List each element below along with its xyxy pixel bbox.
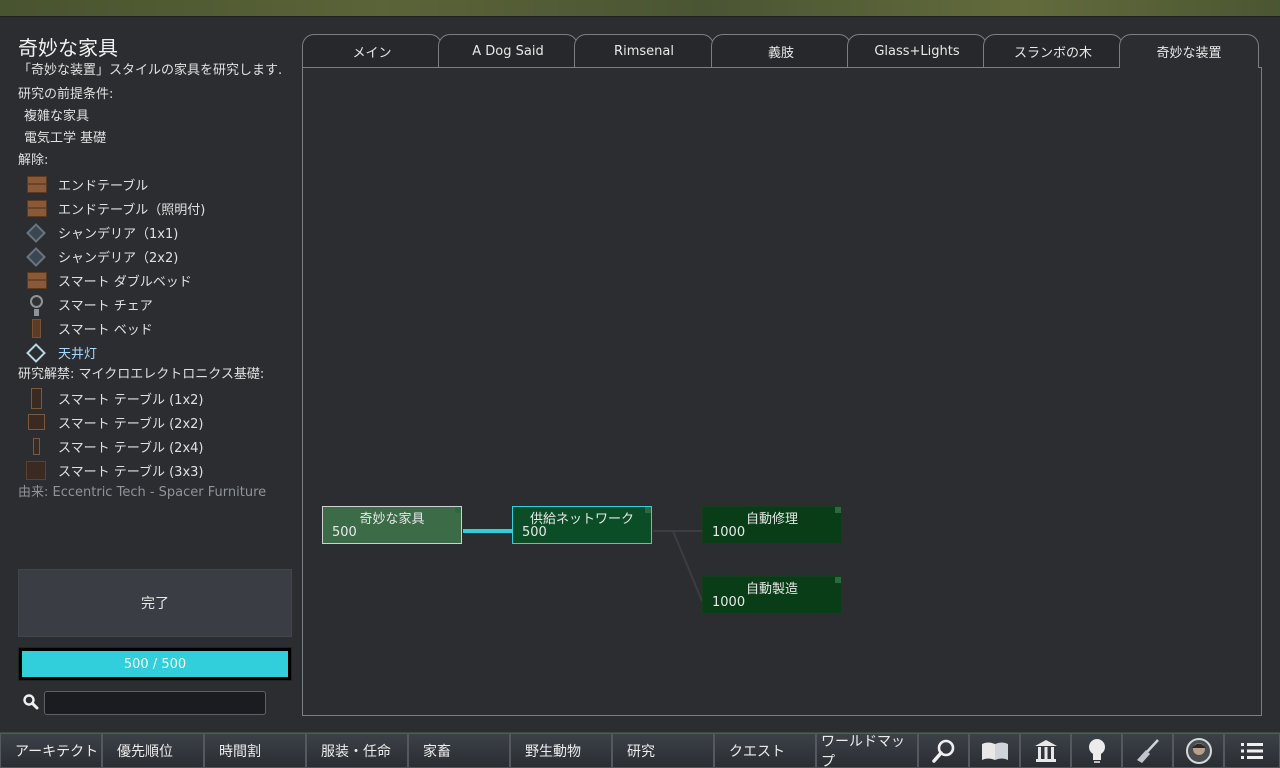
unlock-item[interactable]: 天井灯 (18, 340, 292, 364)
unlock-label: エンドテーブル (58, 178, 149, 194)
research-node-eccentric-furniture[interactable]: 奇妙な家具 500 (322, 506, 462, 544)
research-node-auto-fabrication[interactable]: 自動製造 1000 (702, 576, 842, 614)
unlock-item[interactable]: エンドテーブル（照明付) (18, 196, 292, 220)
locked-item[interactable]: スマート テーブル (1x2) (18, 386, 292, 410)
tab-assign[interactable]: 服装・任命 (306, 733, 408, 768)
unlock-label: スマート ダブルベッド (58, 274, 192, 290)
locked-item[interactable]: スマート テーブル (3x3) (18, 458, 292, 482)
chair-icon (24, 293, 48, 316)
research-tabs: メイン A Dog Said Rimsenal 義肢 Glass+Lights … (302, 34, 1262, 68)
unlock-item[interactable]: シャンデリア（1x1) (18, 220, 292, 244)
connection-locked (653, 530, 703, 602)
main-tab-bar: アーキテクト 優先順位 時間割 服装・任命 家畜 野生動物 研究 クエスト ワー… (0, 733, 1280, 768)
unlock-item[interactable]: スマート ベッド (18, 316, 292, 340)
node-cost: 500 (522, 525, 547, 540)
tab-architect[interactable]: アーキテクト (0, 733, 102, 768)
tab-rimsenal[interactable]: Rimsenal (574, 34, 714, 67)
map-background-strip (0, 0, 1280, 16)
tab-world-map[interactable]: ワールドマップ (816, 733, 918, 768)
tab-wildlife[interactable]: 野生動物 (510, 733, 612, 768)
locked-label: スマート テーブル (1x2) (58, 392, 204, 408)
factions-icon[interactable] (1020, 733, 1071, 768)
tab-quests[interactable]: クエスト (714, 733, 816, 768)
chandelier-large-icon (24, 245, 48, 267)
pawn-portrait-icon[interactable] (1173, 733, 1224, 768)
end-table-lit-icon (24, 197, 48, 219)
search-icon (23, 694, 39, 710)
table-2x2-icon (24, 411, 48, 433)
tab-animals[interactable]: 家畜 (408, 733, 510, 768)
unlock-label: スマート ベッド (58, 322, 153, 338)
search-icon[interactable] (918, 733, 969, 768)
unlock-label: シャンデリア（2x2) (58, 250, 179, 266)
complete-button[interactable]: 完了 (18, 569, 292, 637)
table-1x2-icon (24, 387, 48, 409)
locked-item[interactable]: スマート テーブル (2x4) (18, 434, 292, 458)
book-icon[interactable] (969, 733, 1020, 768)
research-node-auto-repair[interactable]: 自動修理 1000 (702, 506, 842, 544)
progress-text: 500 / 500 (123, 656, 187, 672)
unlock-item[interactable]: シャンデリア（2x2) (18, 244, 292, 268)
tab-slumbo-tree[interactable]: スランボの木 (983, 34, 1123, 67)
tab-eccentric-tech[interactable]: 奇妙な装置 (1119, 34, 1259, 68)
unlock-label: 天井灯 (58, 346, 98, 362)
prerequisite-item: 複雑な家具 (24, 109, 90, 124)
locked-label: スマート テーブル (2x2) (58, 416, 204, 432)
tab-priorities[interactable]: 優先順位 (102, 733, 204, 768)
tab-schedule[interactable]: 時間割 (204, 733, 306, 768)
locked-item[interactable]: スマート テーブル (2x2) (18, 410, 292, 434)
unlock-label: エンドテーブル（照明付) (58, 202, 206, 218)
research-window: 奇妙な家具 「奇妙な装置」スタイルの家具を研究します. 研究の前提条件: 複雑な… (0, 16, 1280, 732)
prerequisites-header: 研究の前提条件: (18, 87, 114, 102)
table-3x3-icon (24, 459, 48, 481)
tab-a-dog-said[interactable]: A Dog Said (438, 34, 578, 67)
ceiling-light-icon (24, 341, 48, 363)
forbidden-header: 研究解禁: マイクロエレクトロニクス基礎: (18, 367, 265, 382)
table-2x4-icon (24, 435, 48, 457)
unlocks-header: 解除: (18, 153, 49, 168)
research-progress-bar: 500 / 500 (18, 647, 292, 681)
unlock-item[interactable]: スマート チェア (18, 292, 292, 316)
double-bed-icon (24, 269, 48, 291)
tab-research[interactable]: 研究 (612, 733, 714, 768)
node-cost: 500 (332, 525, 357, 540)
tab-glass-lights[interactable]: Glass+Lights (847, 34, 987, 67)
menu-list-icon[interactable] (1224, 733, 1280, 768)
mod-source: 由来: Eccentric Tech - Spacer Furniture (18, 485, 267, 500)
locked-label: スマート テーブル (3x3) (58, 464, 204, 480)
research-tree-area: 奇妙な家具 500 供給ネットワーク 500 自動修理 1000 自動製造 10… (302, 67, 1262, 716)
research-details-panel: 奇妙な家具 「奇妙な装置」スタイルの家具を研究します. 研究の前提条件: 複雑な… (18, 33, 292, 504)
unlock-item[interactable]: エンドテーブル (18, 172, 292, 196)
prerequisite-item: 電気工学 基礎 (24, 131, 107, 146)
project-description: 「奇妙な装置」スタイルの家具を研究します. (18, 63, 283, 78)
ideas-lightbulb-icon[interactable] (1071, 733, 1122, 768)
unlock-item[interactable]: スマート ダブルベッド (18, 268, 292, 292)
locked-label: スマート テーブル (2x4) (58, 440, 204, 456)
tab-prosthetics[interactable]: 義肢 (711, 34, 851, 67)
project-title: 奇妙な家具 (18, 36, 118, 60)
tree-connections (463, 529, 703, 602)
chandelier-icon (24, 221, 48, 243)
tab-main[interactable]: メイン (302, 34, 442, 67)
broom-icon[interactable] (1122, 733, 1173, 768)
end-table-icon (24, 173, 48, 195)
search-input[interactable] (44, 691, 266, 715)
node-cost: 1000 (712, 525, 746, 540)
node-cost: 1000 (712, 595, 746, 610)
research-node-supply-network[interactable]: 供給ネットワーク 500 (512, 506, 652, 544)
unlock-label: スマート チェア (58, 298, 153, 314)
bed-icon (24, 317, 48, 339)
unlock-label: シャンデリア（1x1) (58, 226, 179, 242)
